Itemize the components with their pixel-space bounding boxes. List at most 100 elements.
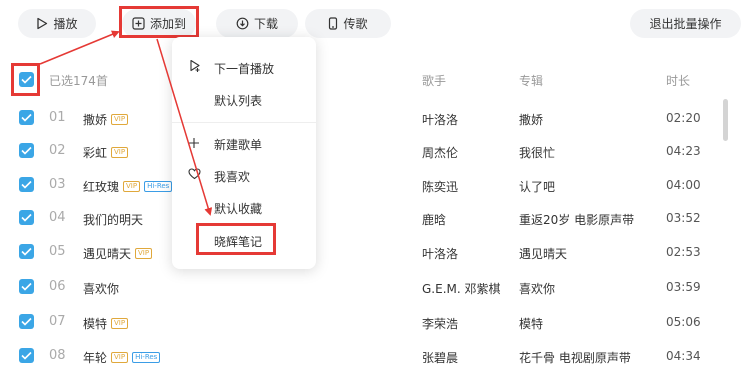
song-album[interactable]: 喜欢你 [519,280,555,297]
row-checkbox[interactable] [19,314,34,329]
row-index: 02 [49,143,66,158]
row-index: 06 [49,279,66,294]
menu-favorites[interactable]: 我喜欢 [214,168,250,185]
check-icon [21,113,32,122]
play-icon [37,17,48,30]
menu-default-collection[interactable]: 默认收藏 [214,200,262,217]
row-checkbox[interactable] [19,279,34,294]
hires-badge: Hi-Res [132,352,161,363]
heart-icon [188,168,201,180]
plus-icon [189,138,199,148]
menu-divider [172,122,316,123]
highlight-notes-item [196,223,276,255]
play-label: 播放 [53,17,78,31]
check-icon [21,247,32,256]
song-album[interactable]: 重返20岁 电影原声带 [519,211,634,228]
song-duration: 03:52 [666,211,701,225]
row-checkbox[interactable] [19,143,34,158]
song-singer[interactable]: 周杰伦 [422,144,458,161]
highlight-add-button [119,6,199,38]
song-album[interactable]: 认了吧 [519,178,555,195]
row-checkbox[interactable] [19,348,34,363]
row-index: 05 [49,244,66,259]
scrollbar[interactable] [723,99,728,141]
song-duration: 04:00 [666,178,701,192]
song-duration: 02:53 [666,245,701,259]
row-checkbox[interactable] [19,177,34,192]
check-icon [21,317,32,326]
list-header: 已选174首 歌手 专辑 时长 [0,62,743,96]
song-title-text: 年轮 [83,351,108,365]
song-album[interactable]: 模特 [519,315,543,332]
send-song-label: 传歌 [343,17,368,31]
table-row[interactable]: 04 我们的明天 鹿晗 重返20岁 电影原声带 03:52 [0,201,710,235]
table-row[interactable]: 06 喜欢你 G.E.M. 邓紫棋 喜欢你 03:59 [0,270,710,304]
song-title[interactable]: 模特 VIP [83,315,129,332]
column-singer[interactable]: 歌手 [422,72,446,89]
vip-badge: VIP [111,318,129,329]
row-index: 07 [49,314,66,329]
song-album[interactable]: 花千骨 电视剧原声带 [519,349,631,366]
row-checkbox[interactable] [19,244,34,259]
song-title[interactable]: 年轮 VIP Hi-Res [83,349,161,366]
row-index: 01 [49,110,66,125]
row-checkbox[interactable] [19,110,34,125]
play-next-icon [190,59,200,72]
menu-default-list[interactable]: 默认列表 [214,92,262,109]
vip-badge: VIP [135,248,153,259]
table-row[interactable]: 08 年轮 VIP Hi-Res 张碧晨 花千骨 电视剧原声带 04:34 [0,339,710,373]
vip-badge: VIP [111,352,129,363]
check-icon [21,282,32,291]
download-button[interactable]: 下载 [216,9,298,38]
song-singer[interactable]: 张碧晨 [422,349,458,366]
song-title[interactable]: 我们的明天 [83,211,143,228]
song-title-text: 红玫瑰 [83,180,120,194]
row-index: 04 [49,210,66,225]
song-duration: 03:59 [666,280,701,294]
menu-next-play[interactable]: 下一首播放 [214,60,274,77]
song-singer[interactable]: 叶洛洛 [422,245,458,262]
check-icon [21,146,32,155]
song-title[interactable]: 遇见晴天 VIP [83,245,153,262]
song-album[interactable]: 撒娇 [519,111,543,128]
song-duration: 02:20 [666,111,701,125]
table-row[interactable]: 05 遇见晴天 VIP 叶洛洛 遇见晴天 02:53 [0,235,710,269]
song-duration: 04:34 [666,349,701,363]
row-index: 03 [49,177,66,192]
song-singer[interactable]: 李荣浩 [422,315,458,332]
song-title[interactable]: 撒娇 VIP [83,111,129,128]
phone-icon [329,17,338,30]
song-title-text: 彩虹 [83,146,108,160]
table-row[interactable]: 07 模特 VIP 李荣浩 模特 05:06 [0,305,710,339]
table-row[interactable]: 03 红玫瑰 VIP Hi-Res 陈奕迅 认了吧 04:00 [0,168,710,202]
song-title[interactable]: 彩虹 VIP [83,144,129,161]
check-icon [21,213,32,222]
song-title[interactable]: 喜欢你 [83,280,119,297]
row-index: 08 [49,348,66,363]
song-title-text: 遇见晴天 [83,247,132,261]
song-singer[interactable]: G.E.M. 邓紫棋 [422,280,501,297]
song-title[interactable]: 红玫瑰 VIP Hi-Res [83,178,173,195]
column-duration[interactable]: 时长 [666,72,690,89]
song-album[interactable]: 遇见晴天 [519,245,567,262]
song-title-text: 我们的明天 [83,213,144,227]
table-row[interactable]: 02 彩虹 VIP 周杰伦 我很忙 04:23 [0,134,710,168]
highlight-select-all [11,63,40,96]
hires-badge: Hi-Res [144,181,173,192]
column-album[interactable]: 专辑 [519,72,543,89]
song-singer[interactable]: 鹿晗 [422,211,446,228]
send-song-button[interactable]: 传歌 [305,9,391,38]
table-row[interactable]: 01 撒娇 VIP 叶洛洛 撒娇 02:20 [0,101,710,135]
download-icon [236,17,249,30]
vip-badge: VIP [111,114,129,125]
song-album[interactable]: 我很忙 [519,144,555,161]
play-button[interactable]: 播放 [18,9,96,38]
song-title-text: 模特 [83,317,108,331]
exit-batch-button[interactable]: 退出批量操作 [630,9,741,38]
song-singer[interactable]: 叶洛洛 [422,111,458,128]
song-singer[interactable]: 陈奕迅 [422,178,458,195]
menu-new-playlist[interactable]: 新建歌单 [214,136,262,153]
row-checkbox[interactable] [19,210,34,225]
check-icon [21,180,32,189]
song-title-text: 喜欢你 [83,282,120,296]
